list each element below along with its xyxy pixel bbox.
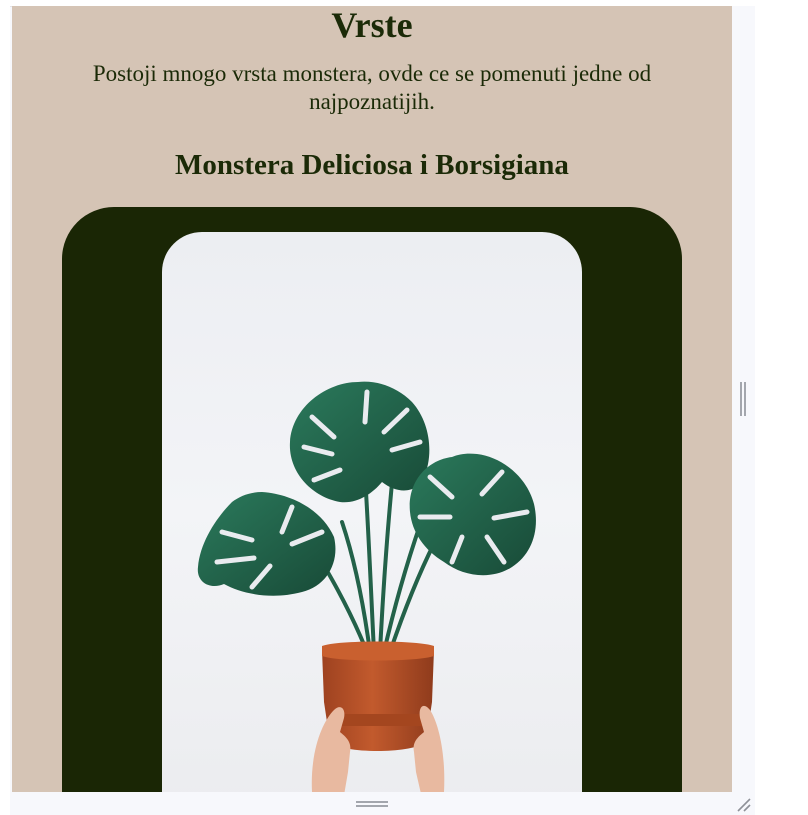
grip-horizontal-icon[interactable] [356, 801, 388, 807]
page-content: Vrste Postoji mnogo vrsta monstera, ovde… [12, 6, 732, 792]
intro-paragraph: Postoji mnogo vrsta monstera, ovde ce se… [92, 61, 652, 114]
resize-grip-icon[interactable] [734, 795, 752, 813]
leaf-top [289, 381, 430, 503]
monstera-plant-illustration [197, 381, 536, 792]
grip-vertical-icon[interactable] [739, 382, 747, 416]
section-heading: Monstera Deliciosa i Borsigiana [175, 149, 569, 181]
page-title: Vrste [331, 6, 413, 45]
leaf-left [197, 492, 336, 596]
monstera-photo [162, 232, 582, 792]
browser-viewport: Vrste Postoji mnogo vrsta monstera, ovde… [0, 0, 808, 815]
